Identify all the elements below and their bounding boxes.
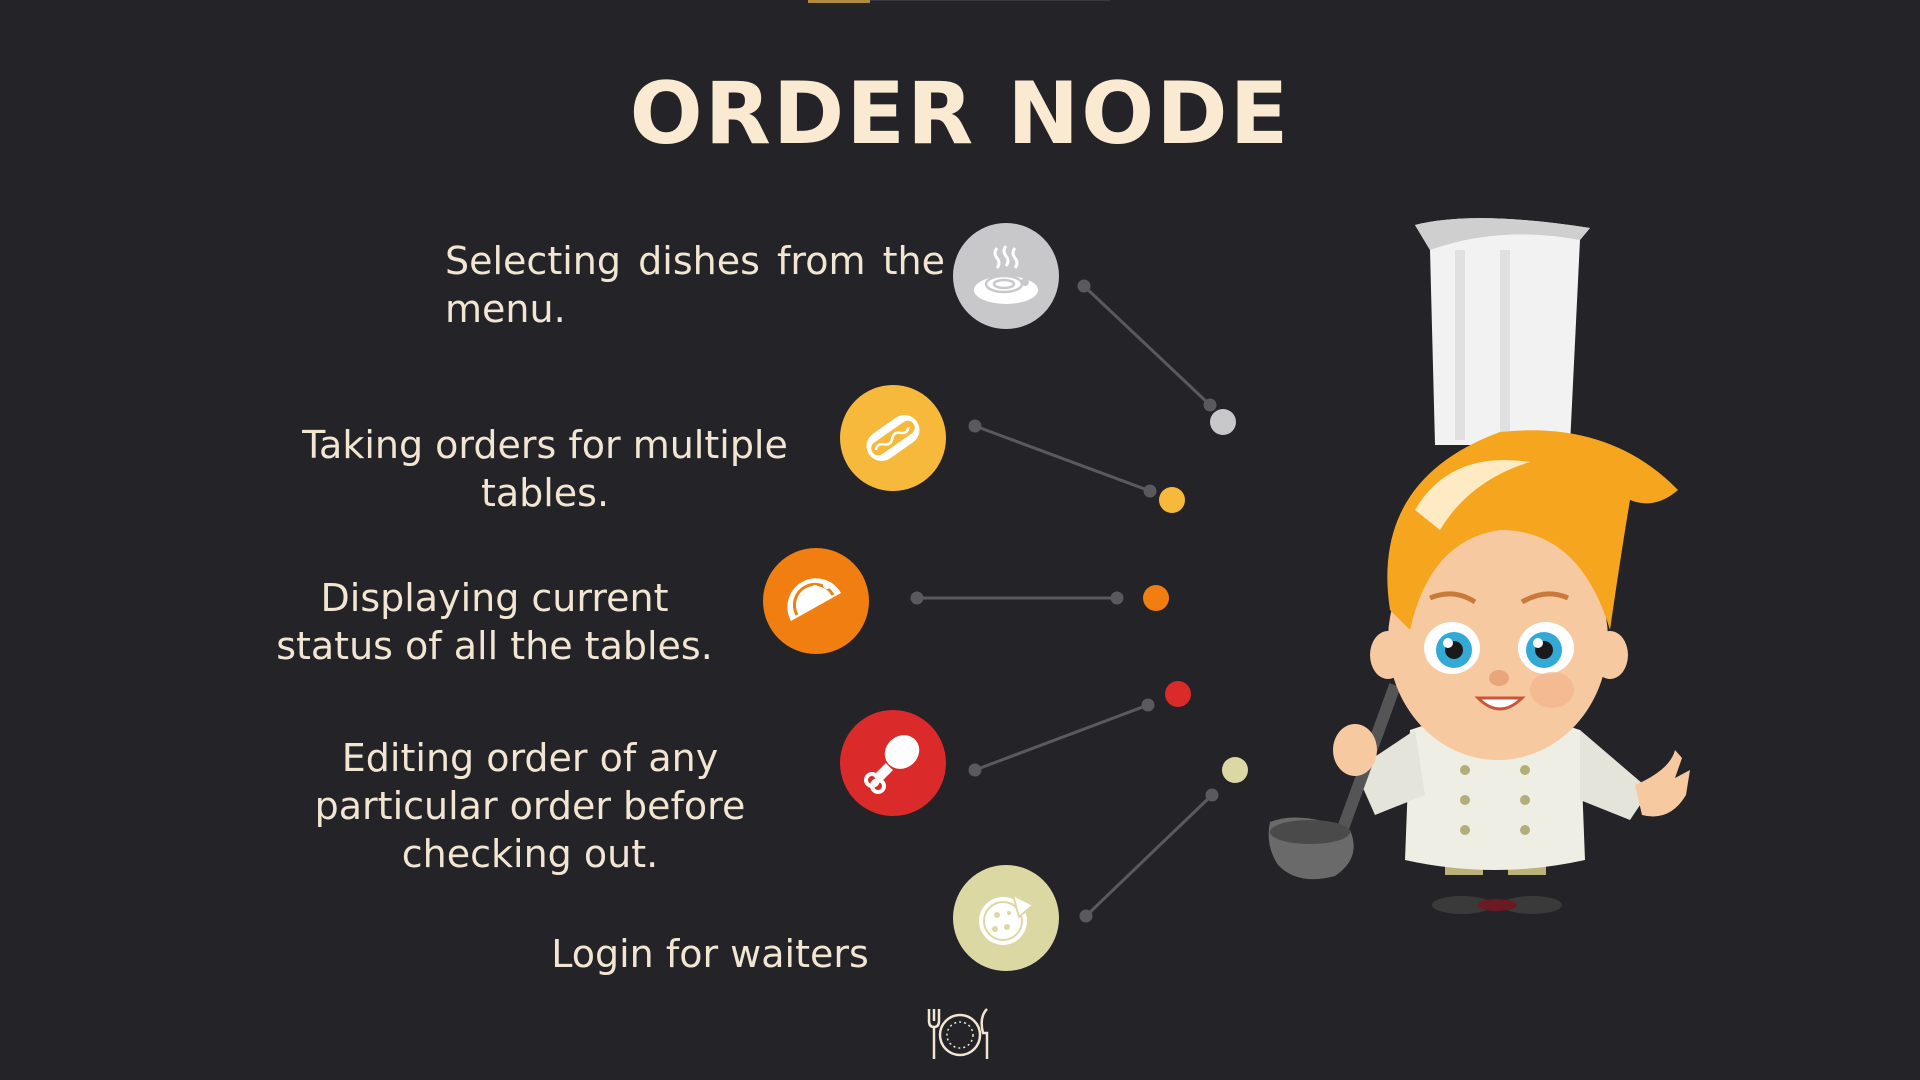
connector-dot-red: [1165, 681, 1191, 707]
connector-dot-orange: [1143, 585, 1169, 611]
connector-dot-gray: [1210, 409, 1236, 435]
connector-dot-yellow: [1159, 487, 1185, 513]
plate-fork-knife-icon: [927, 1008, 989, 1059]
chef-with-ladle-illustration: [1268, 218, 1690, 914]
connector-dot-cream: [1222, 757, 1248, 783]
